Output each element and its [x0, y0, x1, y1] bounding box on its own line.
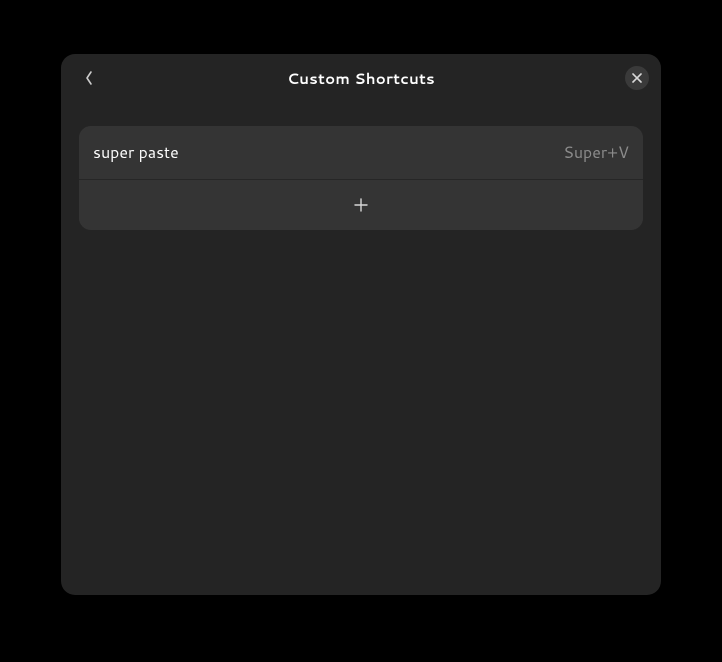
back-icon	[85, 70, 93, 86]
shortcut-name: super paste	[93, 141, 179, 164]
shortcut-row[interactable]: super paste Super+V	[79, 126, 643, 179]
close-button[interactable]	[625, 66, 649, 90]
back-button[interactable]	[79, 68, 99, 88]
close-icon	[632, 73, 642, 83]
header-bar: Custom Shortcuts	[61, 54, 661, 102]
plus-icon	[354, 198, 368, 212]
shortcuts-list: super paste Super+V	[79, 126, 643, 230]
content-area: super paste Super+V	[61, 102, 661, 248]
add-shortcut-button[interactable]	[79, 180, 643, 230]
window-title: Custom Shortcuts	[73, 68, 649, 89]
shortcut-keys: Super+V	[563, 141, 629, 164]
custom-shortcuts-window: Custom Shortcuts super paste Super+V	[61, 54, 661, 595]
